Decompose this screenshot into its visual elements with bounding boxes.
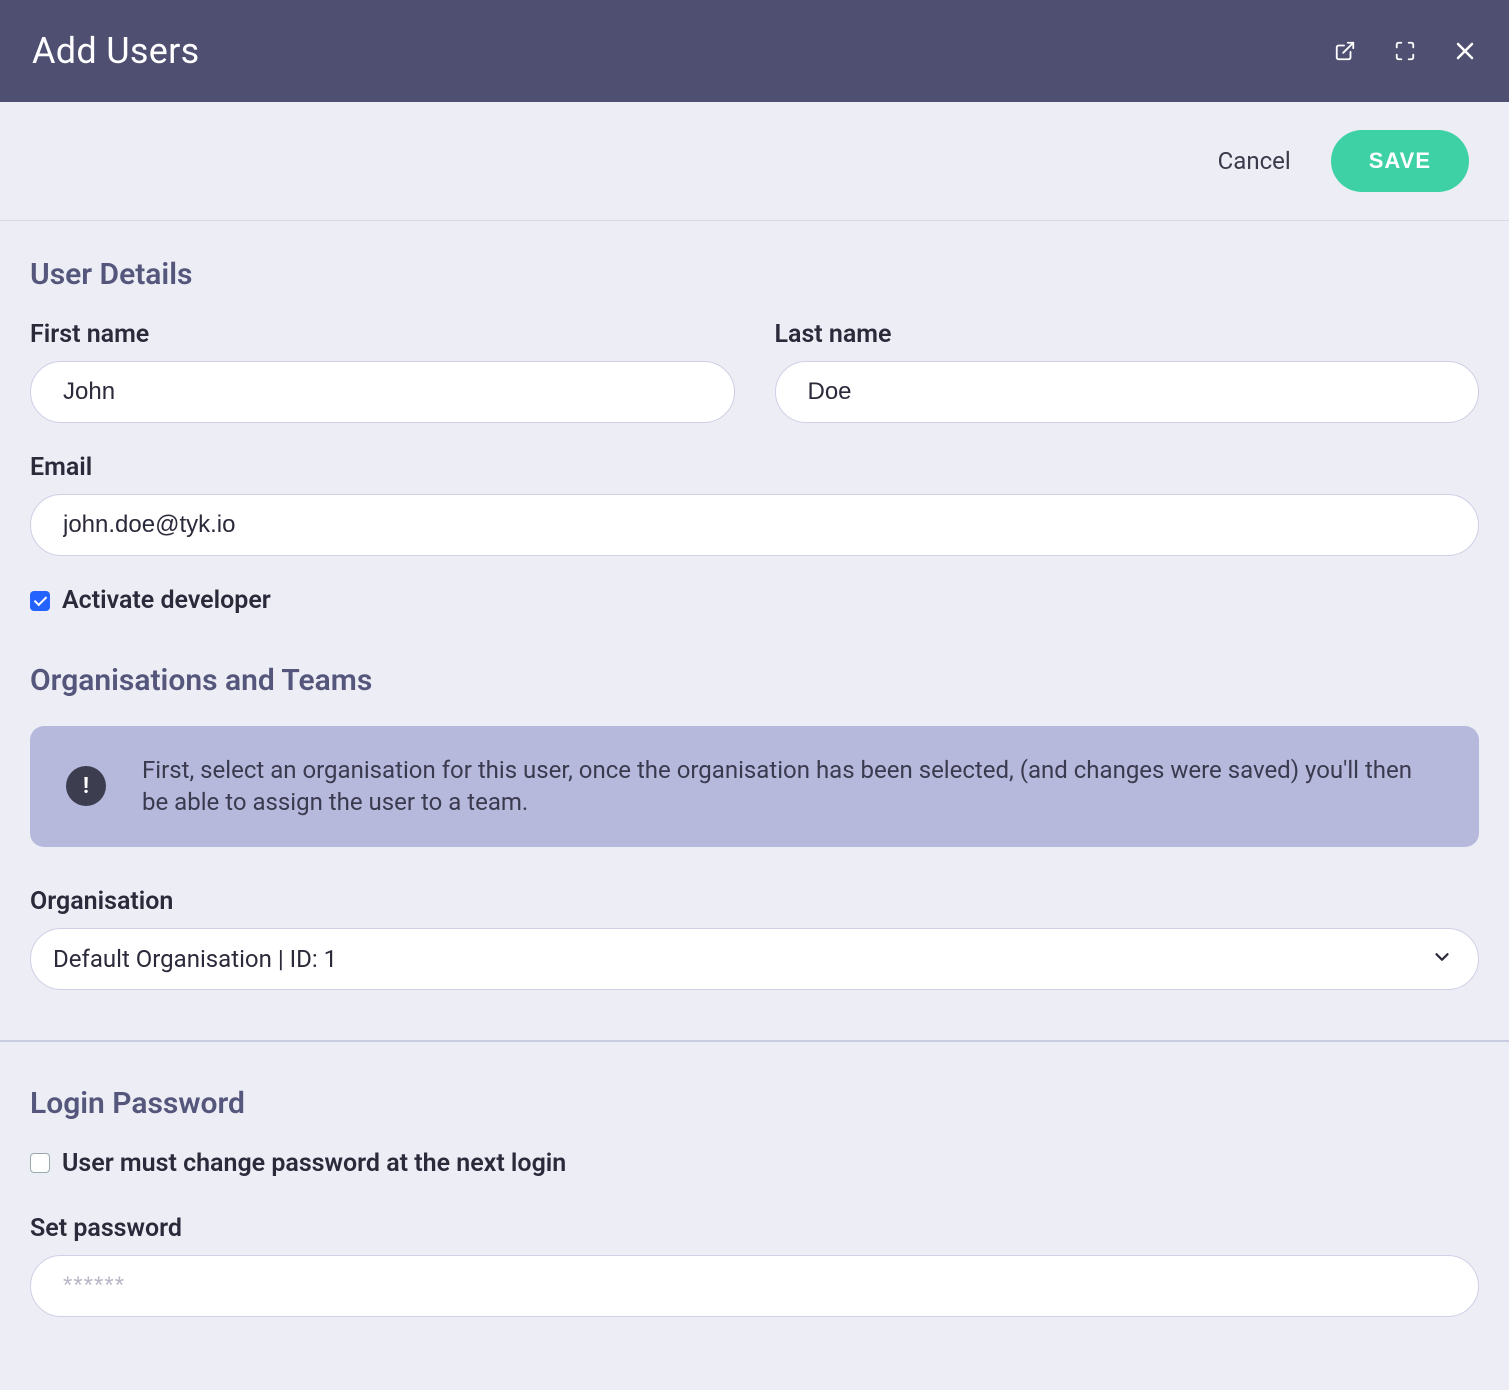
activate-developer-row: Activate developer (30, 586, 1479, 615)
email-label: Email (30, 453, 1479, 482)
activate-developer-label: Activate developer (62, 586, 271, 615)
must-change-password-row: User must change password at the next lo… (30, 1149, 1479, 1178)
organisation-select[interactable]: Default Organisation | ID: 1 (30, 928, 1479, 990)
modal-header: Add Users (0, 0, 1509, 102)
first-name-input[interactable] (30, 361, 735, 423)
last-name-input[interactable] (775, 361, 1480, 423)
info-icon: ! (66, 766, 106, 806)
header-icons (1333, 39, 1477, 63)
email-row: Email (30, 453, 1479, 556)
name-row: First name Last name (30, 320, 1479, 423)
last-name-label: Last name (775, 320, 1480, 349)
organisation-field: Organisation Default Organisation | ID: … (30, 887, 1479, 990)
section-title-user-details: User Details (30, 257, 1479, 292)
first-name-label: First name (30, 320, 735, 349)
open-external-icon[interactable] (1333, 39, 1357, 63)
first-name-field: First name (30, 320, 735, 423)
save-button[interactable]: SAVE (1331, 130, 1469, 192)
set-password-input[interactable] (30, 1255, 1479, 1317)
modal-title: Add Users (32, 30, 200, 72)
must-change-password-checkbox[interactable] (30, 1153, 50, 1173)
organisation-select-value: Default Organisation | ID: 1 (30, 928, 1479, 990)
form-content: User Details First name Last name Email … (0, 221, 1509, 1377)
last-name-field: Last name (775, 320, 1480, 423)
email-field: Email (30, 453, 1479, 556)
set-password-label: Set password (30, 1214, 1479, 1243)
email-input[interactable] (30, 494, 1479, 556)
section-divider (0, 1040, 1509, 1042)
organisation-label: Organisation (30, 887, 1479, 916)
fullscreen-icon[interactable] (1393, 39, 1417, 63)
cancel-button[interactable]: Cancel (1218, 147, 1291, 175)
must-change-password-label: User must change password at the next lo… (62, 1149, 566, 1178)
activate-developer-checkbox[interactable] (30, 591, 50, 611)
action-bar: Cancel SAVE (0, 102, 1509, 221)
close-icon[interactable] (1453, 39, 1477, 63)
org-info-text: First, select an organisation for this u… (142, 754, 1443, 819)
section-title-login-password: Login Password (30, 1086, 1479, 1121)
set-password-field: Set password (30, 1214, 1479, 1317)
org-info-banner: ! First, select an organisation for this… (30, 726, 1479, 847)
section-title-org-teams: Organisations and Teams (30, 663, 1479, 698)
